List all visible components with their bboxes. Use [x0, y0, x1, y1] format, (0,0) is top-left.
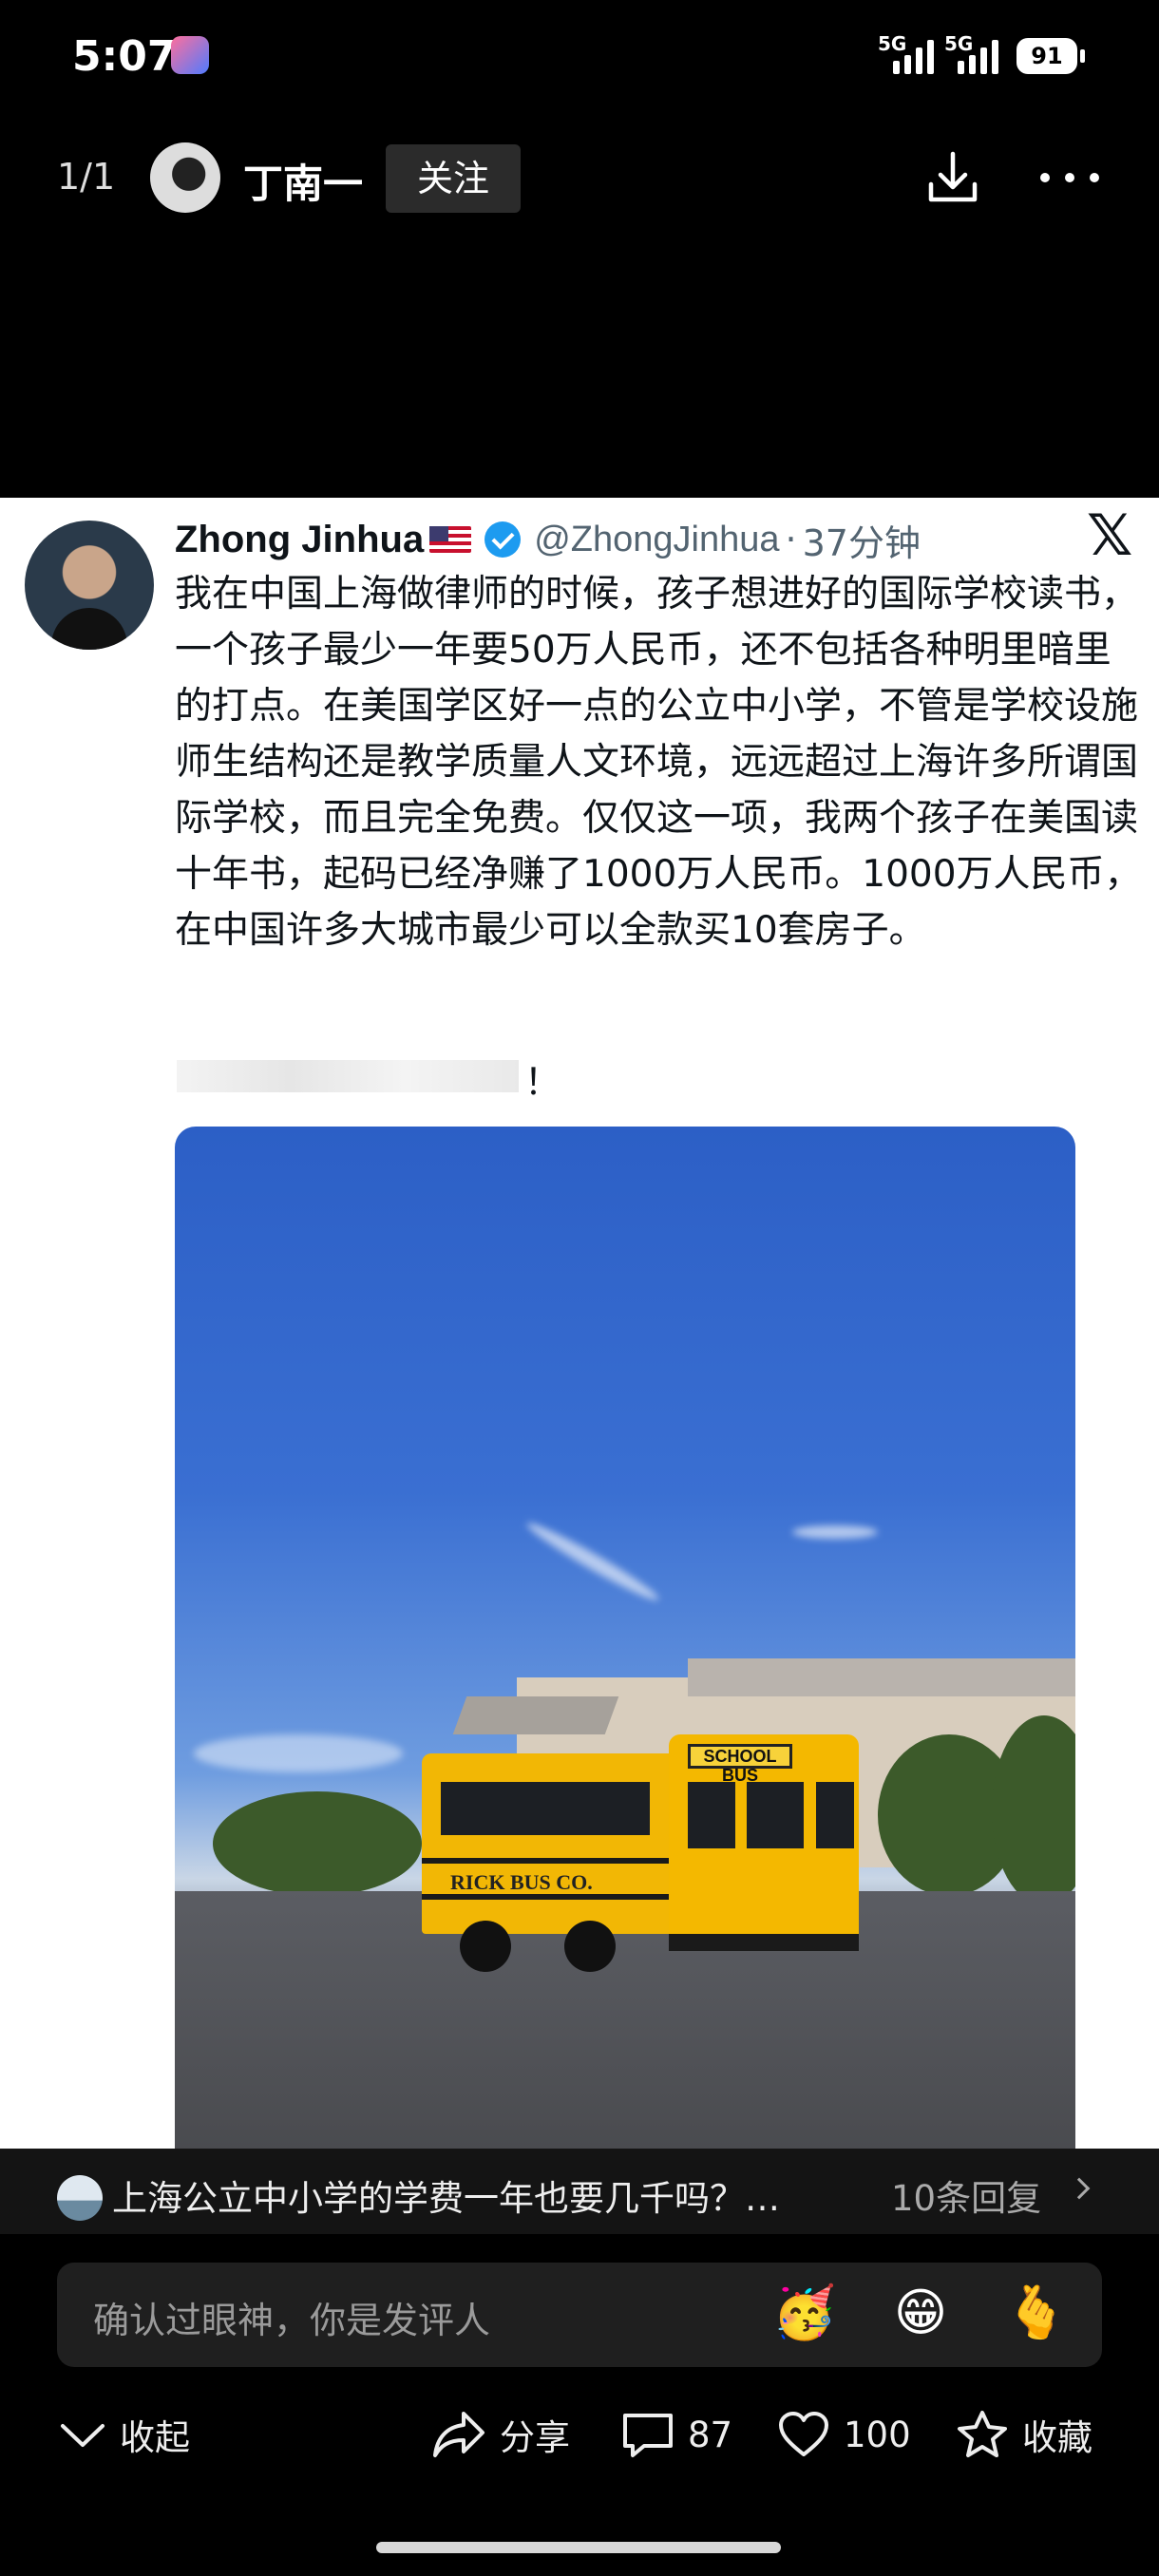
tweet-author-name: Zhong Jinhua: [175, 518, 425, 560]
emoji-party-icon[interactable]: 🥳: [771, 2280, 838, 2346]
reply-avatar: [57, 2175, 103, 2221]
comment-placeholder[interactable]: 确认过眼神，你是发评人: [93, 2291, 490, 2343]
battery-icon: 91: [1016, 38, 1085, 74]
comment-count: 87: [688, 2414, 733, 2455]
author-avatar[interactable]: [150, 142, 220, 213]
like-count: 100: [844, 2414, 911, 2455]
signal-bars-2-icon: [958, 38, 998, 74]
verified-badge-icon: [484, 521, 522, 558]
x-logo-icon: 𝕏: [1087, 502, 1133, 569]
tweet-separator: ·: [785, 519, 797, 560]
tweet-body-tail: ！: [524, 1061, 561, 1103]
tweet-author-handle: @ZhongJinhua: [534, 519, 780, 559]
share-label: 分享: [500, 2417, 570, 2458]
share-icon: [433, 2412, 484, 2457]
collapse-label: 收起: [120, 2417, 190, 2458]
us-flag-icon: [429, 526, 472, 553]
like-button[interactable]: 100: [777, 2401, 911, 2468]
bus-sign: SCHOOL BUS: [688, 1744, 792, 1785]
status-time: 5:07: [72, 32, 177, 81]
favorite-label: 收藏: [1022, 2417, 1092, 2458]
tweet-author-avatar: [25, 521, 154, 650]
collapse-button[interactable]: 收起: [59, 2401, 190, 2468]
status-bar: 5:07 5G 5G 91: [0, 0, 1159, 114]
page-indicator: 1/1: [57, 156, 116, 198]
chevron-down-icon: [61, 2424, 104, 2447]
redacted-text: [177, 1060, 519, 1092]
bus-side-text: RICK BUS CO.: [450, 1870, 593, 1894]
signal-bars-1-icon: [893, 38, 934, 74]
star-icon: [958, 2411, 1007, 2457]
comment-icon: [623, 2414, 673, 2457]
comment-button[interactable]: 87: [621, 2401, 732, 2468]
post-image[interactable]: Zhong Jinhua @ZhongJinhua · 37分钟 𝕏 我在中国上…: [0, 498, 1159, 2149]
reply-preview-text[interactable]: 上海公立中小学的学费一年也要几千吗？…: [112, 2169, 780, 2221]
follow-button[interactable]: 关注: [386, 144, 521, 213]
tweet-time: 37分钟: [802, 521, 921, 564]
heart-icon: [779, 2412, 828, 2456]
reply-count[interactable]: 10条回复: [891, 2169, 1041, 2221]
more-icon[interactable]: [1036, 148, 1104, 207]
tweet-header: Zhong Jinhua @ZhongJinhua · 37分钟: [175, 511, 921, 568]
favorite-button[interactable]: 收藏: [956, 2401, 1092, 2468]
home-indicator[interactable]: [376, 2542, 781, 2553]
tweet-body: 我在中国上海做律师的时候，孩子想进好的国际学校读书，一个孩子最少一年要50万人民…: [175, 573, 1142, 952]
author-username[interactable]: 丁南一: [243, 152, 363, 210]
share-button[interactable]: 分享: [431, 2401, 570, 2468]
school-bus-photo: SCHOOL BUS RICK BUS CO.: [175, 1127, 1075, 2149]
emoji-heart-hand-icon[interactable]: 🫰: [1003, 2280, 1070, 2346]
app-notification-icon: [171, 36, 209, 74]
emoji-grin-icon[interactable]: 😁: [887, 2280, 954, 2346]
download-icon[interactable]: [923, 148, 982, 207]
